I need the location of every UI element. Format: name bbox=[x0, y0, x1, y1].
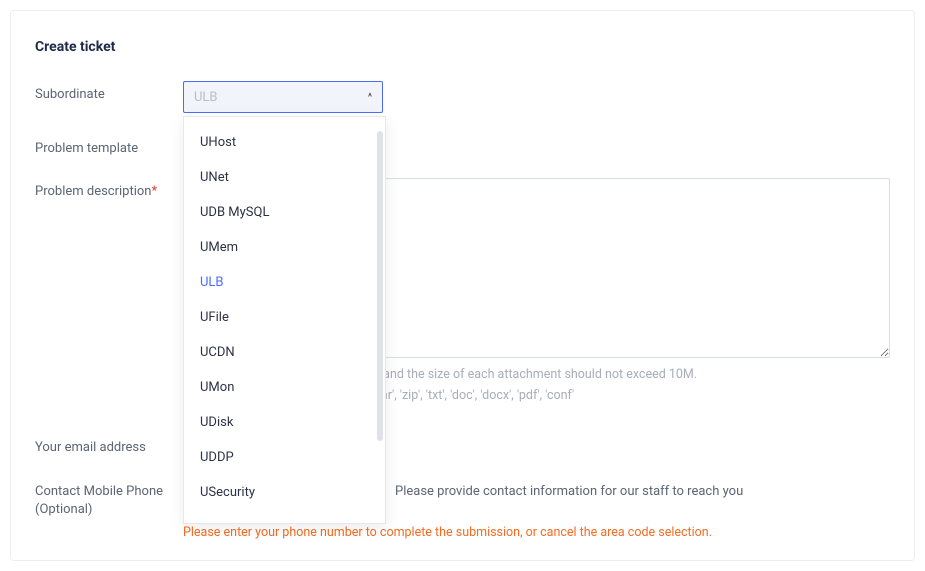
phone-error: Please enter your phone number to comple… bbox=[183, 525, 890, 540]
dropdown-option[interactable]: UFile bbox=[184, 300, 385, 335]
label-attach-spacer bbox=[35, 383, 183, 389]
row-subordinate: Subordinate ULB ^ UHostUNetUDB MySQLUMem… bbox=[35, 81, 890, 113]
select-value: ULB bbox=[194, 90, 218, 105]
dropdown-option[interactable]: ULB bbox=[184, 265, 385, 300]
label-description: Problem description* bbox=[35, 178, 183, 199]
dropdown-option[interactable]: UDDP bbox=[184, 440, 385, 475]
dropdown-option[interactable]: UHost bbox=[184, 125, 385, 160]
row-phone: Contact Mobile Phone (Optional) Please p… bbox=[35, 477, 890, 519]
label-email: Your email address bbox=[35, 434, 183, 455]
phone-hint: Please provide contact information for o… bbox=[395, 477, 743, 499]
chevron-up-icon: ^ bbox=[368, 92, 372, 103]
dropdown-option[interactable]: UMem bbox=[184, 230, 385, 265]
subordinate-select[interactable]: ULB ^ UHostUNetUDB MySQLUMemULBUFileUCDN… bbox=[183, 81, 383, 113]
create-ticket-card: Create ticket Subordinate ULB ^ UHostUNe… bbox=[10, 10, 915, 561]
row-template: Problem template bbox=[35, 135, 890, 156]
dropdown-scrollbar[interactable] bbox=[377, 131, 383, 441]
dropdown-option[interactable]: UCDN bbox=[184, 335, 385, 370]
dropdown-option[interactable]: USecurity bbox=[184, 475, 385, 510]
page-title: Create ticket bbox=[35, 39, 890, 55]
dropdown-option[interactable]: UDB MySQL bbox=[184, 195, 385, 230]
row-description: Problem description* bbox=[35, 178, 890, 358]
label-subordinate: Subordinate bbox=[35, 81, 183, 102]
label-phone: Contact Mobile Phone (Optional) bbox=[35, 477, 183, 519]
dropdown-option[interactable]: UMon bbox=[184, 370, 385, 405]
dropdown-option[interactable]: UNet bbox=[184, 160, 385, 195]
row-email: Your email address bbox=[35, 434, 890, 455]
label-template: Problem template bbox=[35, 135, 183, 156]
dropdown-option[interactable]: UDisk bbox=[184, 405, 385, 440]
dropdown-option[interactable]: UAccount bbox=[184, 510, 385, 515]
row-attachment: attachments can be uploaded and the size… bbox=[35, 366, 890, 406]
subordinate-dropdown: UHostUNetUDB MySQLUMemULBUFileUCDNUMonUD… bbox=[183, 116, 386, 524]
